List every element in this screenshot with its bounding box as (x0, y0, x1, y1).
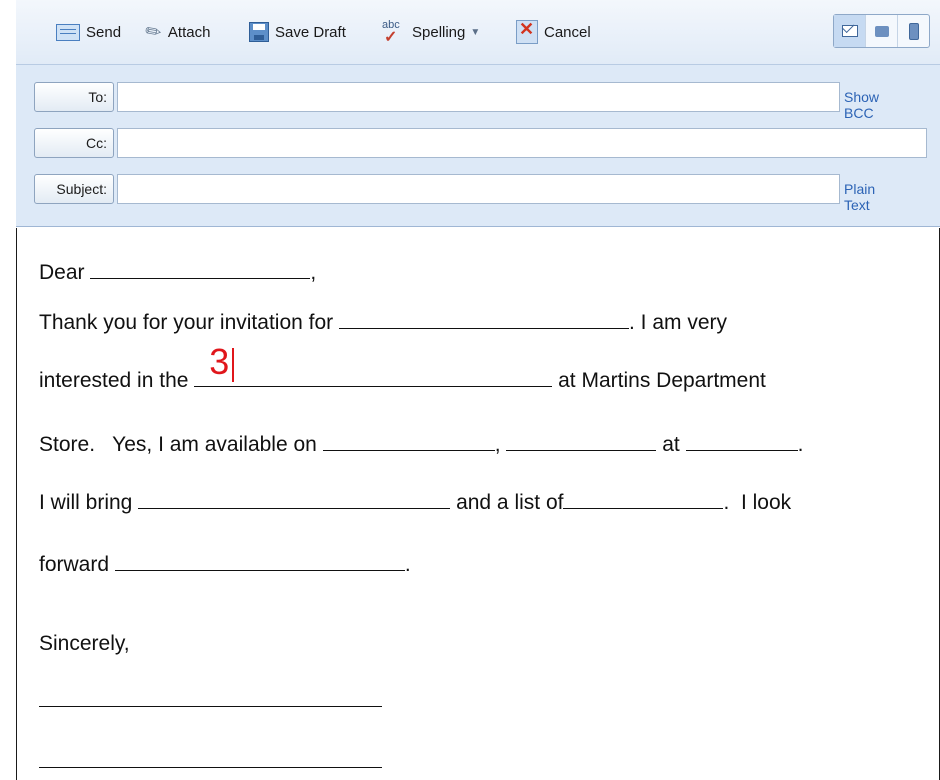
send-label: Send (86, 23, 122, 41)
compose-header: Send ✎ Attach Save Draft abc ✓ Spelling … (16, 0, 940, 227)
line-1-start: Thank you for your invitation for (39, 311, 334, 334)
spellcheck-icon: abc ✓ (380, 19, 406, 46)
greeting-comma: , (310, 261, 317, 284)
line-4-end: . I look (723, 491, 792, 514)
recipient-name-blank[interactable] (90, 260, 311, 279)
chat-icon (874, 25, 889, 37)
line-1-end: . I am very (629, 311, 728, 334)
list-blank[interactable] (563, 490, 724, 509)
time-blank[interactable] (685, 432, 798, 451)
subject-button[interactable]: Subject: (34, 174, 114, 204)
printed-name-line[interactable] (39, 767, 382, 768)
save-draft-label: Save Draft (275, 23, 346, 41)
chat-view-button[interactable] (865, 15, 897, 47)
cancel-icon (516, 19, 538, 44)
subject-field[interactable] (117, 174, 840, 204)
attach-button[interactable]: ✎ Attach (141, 18, 211, 46)
line-3-start: Store. Yes, I am available on (39, 433, 317, 456)
line-5-end: . (404, 553, 411, 576)
line-2-end: at Martins Department (558, 369, 766, 392)
signature-line[interactable] (39, 706, 382, 707)
to-field[interactable] (117, 82, 840, 112)
letter-line-2: interested in the 3 at Martins Departmen… (39, 344, 766, 393)
position-blank[interactable]: 3 (194, 344, 553, 387)
save-icon (249, 22, 269, 42)
email-view-button[interactable] (834, 15, 865, 47)
send-icon (56, 23, 80, 41)
letter-line-4: I will bring and a list of . I look (39, 490, 791, 515)
bring-item-blank[interactable] (138, 490, 451, 509)
typed-answer: 3 (209, 341, 230, 382)
line-3-at: at (662, 433, 680, 456)
line-2-start: interested in the (39, 369, 189, 392)
day-blank[interactable] (506, 432, 657, 451)
phone-icon (908, 22, 919, 40)
plain-text-link[interactable]: Plain Text (844, 181, 875, 213)
attach-label: Attach (167, 23, 211, 41)
check-mark-icon: ✓ (384, 29, 398, 46)
cc-field[interactable] (117, 128, 927, 158)
send-button[interactable]: Send (56, 18, 121, 46)
line-4-start: I will bring (39, 491, 133, 514)
invitation-blank[interactable] (339, 310, 629, 329)
to-button[interactable]: To: (34, 82, 114, 112)
envelope-icon (841, 25, 858, 37)
chevron-down-icon[interactable]: ▼ (470, 27, 480, 38)
greeting-line: Dear , (39, 260, 316, 285)
show-bcc-link[interactable]: Show BCC (844, 89, 879, 121)
line-5-start: forward (39, 553, 110, 576)
letter-line-1: Thank you for your invitation for . I am… (39, 310, 727, 335)
letter-line-5: forward . (39, 552, 411, 577)
spelling-button[interactable]: abc ✓ Spelling ▼ (380, 18, 480, 46)
cancel-button[interactable]: Cancel (516, 18, 591, 46)
line-4-mid: and a list of (456, 491, 564, 514)
closing-line: Sincerely, (39, 632, 130, 655)
compose-toolbar: Send ✎ Attach Save Draft abc ✓ Spelling … (16, 0, 940, 65)
greeting-text: Dear (39, 261, 85, 284)
sms-view-button[interactable] (897, 15, 929, 47)
cc-button[interactable]: Cc: (34, 128, 114, 158)
text-cursor (232, 348, 234, 382)
message-body[interactable]: Dear , Thank you for your invitation for… (16, 228, 940, 780)
save-draft-button[interactable]: Save Draft (249, 18, 346, 46)
line-3-comma: , (494, 433, 501, 456)
date-blank[interactable] (322, 432, 495, 451)
spelling-label: Spelling (412, 23, 466, 41)
view-switcher (833, 14, 930, 48)
letter-line-3: Store. Yes, I am available on , at . (39, 432, 803, 457)
cancel-label: Cancel (544, 23, 591, 41)
forward-blank[interactable] (114, 552, 405, 571)
line-3-end: . (797, 433, 804, 456)
paperclip-icon: ✎ (141, 18, 167, 46)
